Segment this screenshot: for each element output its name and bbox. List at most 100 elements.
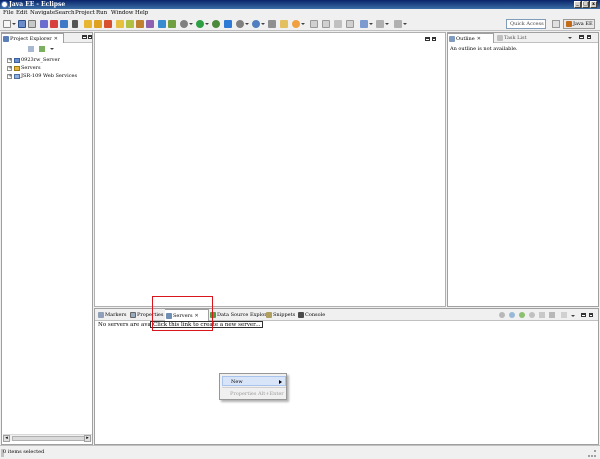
- tree-item[interactable]: + Servers: [7, 65, 41, 72]
- annotation-prev-icon[interactable]: [334, 20, 342, 28]
- annotation-next-icon[interactable]: [322, 20, 330, 28]
- new-java-class-icon[interactable]: [224, 20, 232, 28]
- open-folder-icon[interactable]: [280, 20, 288, 28]
- open-task-icon[interactable]: [268, 20, 276, 28]
- scrollbar-thumb[interactable]: [12, 436, 88, 441]
- menu-search[interactable]: Search: [55, 9, 75, 17]
- tab-outline[interactable]: Outline ✕: [448, 33, 494, 43]
- editor-area[interactable]: [94, 32, 446, 307]
- stop-server-icon[interactable]: [539, 312, 545, 318]
- close-icon[interactable]: ✕: [477, 36, 481, 42]
- menu-help[interactable]: Help: [135, 9, 148, 17]
- menu-project[interactable]: Project: [75, 9, 95, 17]
- new-package-icon[interactable]: [126, 20, 134, 28]
- globe-dropdown-icon[interactable]: [261, 23, 265, 25]
- maximize-view-icon[interactable]: [88, 35, 92, 39]
- expand-icon[interactable]: +: [7, 58, 12, 63]
- tab-data-source-explorer[interactable]: Data Source Explorer: [209, 309, 272, 321]
- expand-icon[interactable]: +: [7, 74, 12, 79]
- disconnect-icon[interactable]: [561, 312, 567, 318]
- debug-icon[interactable]: [84, 20, 92, 28]
- new-class-icon[interactable]: [136, 20, 144, 28]
- close-window-button[interactable]: x: [590, 1, 597, 8]
- new-java-project-icon[interactable]: [116, 20, 124, 28]
- print-icon[interactable]: [28, 20, 36, 28]
- minimize-view-icon[interactable]: [581, 313, 586, 317]
- tree-item[interactable]: + JSR-109 Web Services: [7, 73, 77, 80]
- tab-console[interactable]: Console: [297, 309, 327, 321]
- view-menu-icon[interactable]: [571, 315, 575, 317]
- tab-project-explorer[interactable]: Project Explorer ✕: [2, 33, 64, 43]
- globe-icon[interactable]: [252, 20, 260, 28]
- resize-grip-icon[interactable]: [588, 450, 596, 457]
- tree-item[interactable]: + 0923rw_Server: [7, 57, 60, 64]
- menu-item-new[interactable]: New: [222, 376, 286, 386]
- menu-edit[interactable]: Edit: [16, 9, 28, 17]
- profile-server-icon[interactable]: [529, 312, 535, 318]
- tab-snippets[interactable]: Snippets: [265, 309, 295, 321]
- new-icon[interactable]: [3, 20, 11, 28]
- horizontal-scrollbar[interactable]: ◂ ▸: [3, 434, 92, 442]
- tab-task-list[interactable]: Task List: [496, 33, 536, 43]
- menu-run[interactable]: Run: [96, 9, 107, 17]
- new-server-icon[interactable]: [72, 20, 78, 28]
- main-toolbar: Quick Access Java EE: [0, 17, 600, 31]
- pin-dropdown-icon[interactable]: [403, 23, 407, 25]
- debug-server-icon[interactable]: [509, 312, 515, 318]
- new-dropdown-icon[interactable]: [12, 23, 16, 25]
- minimize-window-button[interactable]: _: [574, 1, 581, 8]
- forward-dropdown-icon[interactable]: [385, 23, 389, 25]
- scroll-right-icon[interactable]: ▸: [84, 435, 91, 442]
- open-perspective-icon[interactable]: [552, 20, 560, 28]
- collapse-icon[interactable]: [499, 312, 505, 318]
- link-with-editor-icon[interactable]: [39, 46, 45, 52]
- save-icon[interactable]: [18, 20, 26, 28]
- pin-editor-icon[interactable]: [394, 20, 402, 28]
- outline-pane: Outline ✕ Task List An outline is not ava…: [447, 32, 599, 307]
- publish-server-icon[interactable]: [549, 312, 555, 318]
- start-server-icon[interactable]: [519, 312, 525, 318]
- quick-access-input[interactable]: Quick Access: [506, 19, 546, 29]
- web-services-icon: [14, 74, 20, 79]
- maximize-view-icon[interactable]: [589, 313, 593, 317]
- view-menu-icon[interactable]: [568, 37, 572, 39]
- menu-file[interactable]: File: [3, 9, 14, 17]
- back-icon[interactable]: [360, 20, 368, 28]
- collapse-all-icon[interactable]: [28, 46, 34, 52]
- maximize-view-icon[interactable]: [587, 35, 591, 39]
- coverage-icon[interactable]: [212, 20, 220, 28]
- menu-window[interactable]: Window: [111, 9, 133, 17]
- close-icon[interactable]: ✕: [54, 36, 58, 42]
- external-run-dropdown-icon[interactable]: [245, 23, 249, 25]
- forward-icon[interactable]: [376, 20, 384, 28]
- search-icon[interactable]: [292, 20, 300, 28]
- server-stop-icon[interactable]: [50, 20, 58, 28]
- run-icon[interactable]: [94, 20, 102, 28]
- external-run-icon[interactable]: [236, 20, 244, 28]
- last-edit-icon[interactable]: [346, 20, 354, 28]
- maximize-editor-icon[interactable]: [432, 37, 436, 41]
- settings-dropdown-icon[interactable]: [189, 23, 193, 25]
- maximize-window-button[interactable]: □: [582, 1, 589, 8]
- minimize-view-icon[interactable]: [82, 35, 87, 39]
- run-icon[interactable]: [196, 20, 204, 28]
- perspective-java-ee-button[interactable]: Java EE: [563, 19, 595, 29]
- settings-icon[interactable]: [180, 20, 188, 28]
- view-menu-icon[interactable]: [50, 48, 54, 50]
- tab-markers[interactable]: Markers: [97, 309, 127, 321]
- open-type-icon[interactable]: [146, 20, 154, 28]
- data-icon[interactable]: [168, 20, 176, 28]
- external-tools-icon[interactable]: [104, 20, 112, 28]
- run-dropdown-icon[interactable]: [205, 23, 209, 25]
- web-service-icon[interactable]: [158, 20, 166, 28]
- server-start-icon[interactable]: [40, 20, 48, 28]
- menu-navigate[interactable]: Navigate: [30, 9, 55, 17]
- toggle-mark-icon[interactable]: [310, 20, 318, 28]
- minimize-view-icon[interactable]: [579, 35, 584, 39]
- minimize-editor-icon[interactable]: [425, 37, 430, 41]
- expand-icon[interactable]: +: [7, 66, 12, 71]
- search-dropdown-icon[interactable]: [301, 23, 305, 25]
- back-dropdown-icon[interactable]: [369, 23, 373, 25]
- publish-icon[interactable]: [60, 20, 68, 28]
- scroll-left-icon[interactable]: ◂: [3, 435, 10, 442]
